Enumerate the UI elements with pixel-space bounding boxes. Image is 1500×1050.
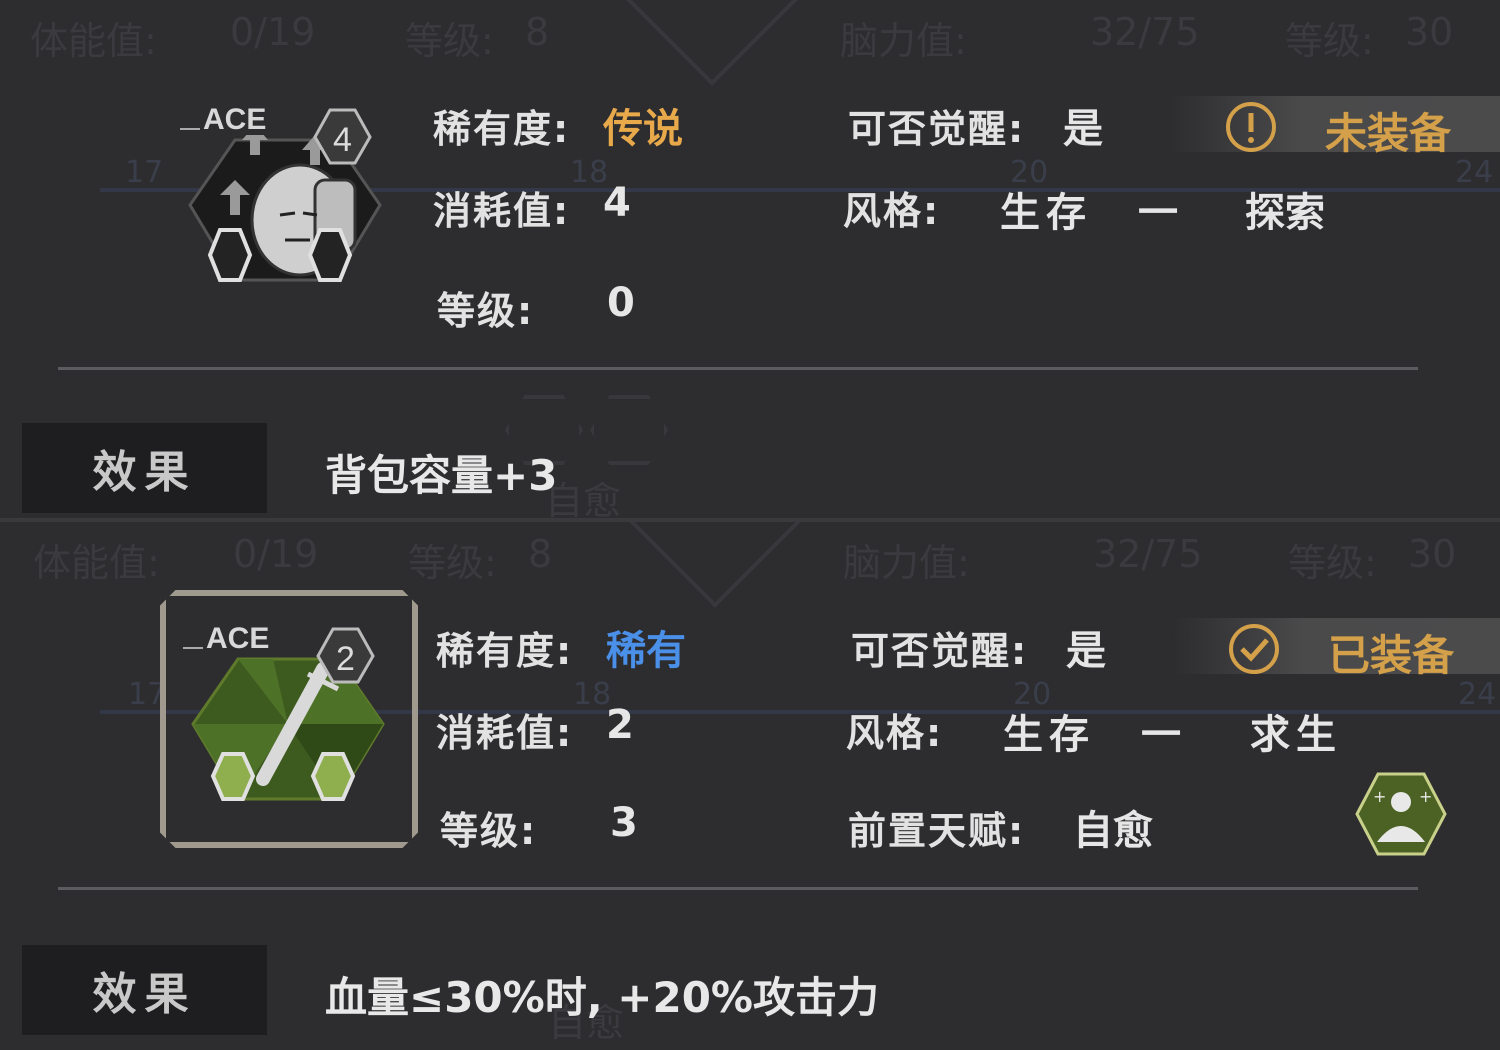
svg-text:ACE: ACE (206, 622, 269, 655)
style-label: 风格: (843, 189, 941, 233)
warning-circle-icon (1224, 100, 1278, 158)
rarity-value: 传说 (603, 106, 683, 152)
ghost-stat-value: 0/19 (233, 532, 319, 576)
style-value-primary: 生存 (1003, 712, 1095, 758)
ghost-stat2-label: 脑力值: (843, 541, 970, 585)
style-value-secondary: 探索 (1245, 190, 1325, 236)
section-divider (58, 887, 1418, 890)
style-separator: 一 (1141, 712, 1181, 758)
rarity-value: 稀有 (606, 628, 686, 674)
effect-text: 血量≤30%时, +20%攻击力 (325, 973, 880, 1022)
ghost-stat-label: 体能值: (33, 541, 160, 585)
ghost-level2-value: 30 (1408, 532, 1457, 576)
syringe-icon: ACE 2 (178, 614, 393, 814)
awaken-value: 是 (1063, 106, 1103, 152)
rarity-label: 稀有度: (433, 107, 571, 151)
ghost-level-value: 8 (528, 532, 553, 576)
awaken-value: 是 (1066, 628, 1106, 674)
cost-label: 消耗值: (436, 711, 574, 755)
svg-text:2: 2 (336, 640, 355, 678)
style-value-primary: 生存 (1000, 190, 1092, 236)
cost-value: 2 (606, 702, 634, 748)
self-heal-talent-icon[interactable]: + + (1355, 772, 1447, 860)
backpack-man-icon: ACE 4 (175, 95, 390, 295)
effect-tag: 效果 (22, 945, 267, 1035)
talent-card-2[interactable]: 体能值: 0/19 等级: 8 脑力值: 32/75 等级: 30 17 18 … (0, 522, 1500, 1050)
ghost-hex (590, 395, 668, 465)
ghost-stat-value: 0/19 (230, 10, 316, 54)
ghost-node: 17 (125, 155, 164, 190)
level-value: 3 (610, 800, 638, 846)
equip-status-text: 已装备 (1328, 631, 1455, 680)
ghost-chevron (606, 522, 824, 608)
ghost-stat2-label: 脑力值: (840, 19, 967, 63)
ghost-level2-value: 30 (1405, 10, 1454, 54)
awaken-label: 可否觉醒: (851, 629, 1029, 673)
level-label: 等级: (440, 809, 538, 853)
level-value: 0 (607, 280, 635, 326)
ghost-chevron (603, 0, 821, 86)
ghost-node: 24 (1458, 677, 1497, 712)
svg-text:ACE: ACE (203, 103, 266, 136)
style-label: 风格: (846, 711, 944, 755)
check-circle-icon (1227, 622, 1281, 680)
prereq-label: 前置天赋: (848, 809, 1026, 853)
ghost-level-value: 8 (525, 10, 550, 54)
prereq-value: 自愈 (1073, 808, 1153, 854)
section-divider (58, 367, 1418, 370)
ghost-level-label: 等级: (405, 19, 494, 63)
style-value-secondary: 求生 (1250, 712, 1342, 758)
equip-status-text: 未装备 (1325, 109, 1452, 158)
ghost-node: 24 (1455, 155, 1494, 190)
cost-value: 4 (603, 180, 631, 226)
ghost-stat2-value: 32/75 (1093, 532, 1203, 576)
ghost-level2-label: 等级: (1285, 19, 1374, 63)
cost-label: 消耗值: (433, 189, 571, 233)
ghost-stat2-value: 32/75 (1090, 10, 1200, 54)
awaken-label: 可否觉醒: (848, 107, 1026, 151)
level-label: 等级: (437, 289, 535, 333)
ghost-level2-label: 等级: (1288, 541, 1377, 585)
svg-text:+: + (1419, 787, 1432, 806)
ghost-stat-label: 体能值: (30, 19, 157, 63)
svg-text:+: + (1373, 787, 1386, 806)
effect-tag: 效果 (22, 423, 267, 513)
talent-card-1[interactable]: 体能值: 0/19 等级: 8 脑力值: 32/75 等级: 30 17 18 … (0, 0, 1500, 520)
style-separator: 一 (1138, 190, 1178, 236)
ghost-level-label: 等级: (408, 541, 497, 585)
rarity-label: 稀有度: (436, 629, 574, 673)
effect-text: 背包容量+3 (325, 451, 558, 500)
svg-text:4: 4 (333, 121, 352, 159)
